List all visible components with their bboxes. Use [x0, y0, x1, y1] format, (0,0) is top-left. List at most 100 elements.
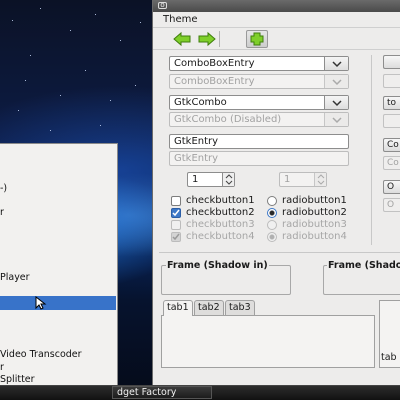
checkbutton3-label: checkbutton3 [186, 219, 255, 230]
back-button[interactable] [171, 30, 193, 48]
menu-item-label: -) [0, 183, 8, 194]
radiobutton1-label: radiobutton1 [282, 195, 347, 206]
gtkcombo-disabled: GtkCombo (Disabled) [169, 112, 349, 127]
toolbar-separator [219, 31, 220, 47]
star [18, 110, 19, 111]
checkbutton2-label: checkbutton2 [186, 207, 255, 218]
tab-3[interactable]: tab3 [225, 300, 255, 315]
spinbutton-arrows[interactable] [222, 173, 234, 186]
gtkcombo-text: GtkCombo [174, 97, 227, 108]
gtkentry-field[interactable]: GtkEntry [169, 134, 349, 149]
right-button[interactable]: to [383, 96, 400, 110]
checkbox-disabled-checked [171, 232, 181, 242]
menu-item[interactable]: Video Transcoder [0, 348, 116, 362]
star [140, 22, 141, 23]
notebook-page [161, 315, 375, 368]
menu-item[interactable]: Player [0, 271, 116, 285]
comboboxentry-disabled-text: ComboBoxEntry [174, 76, 255, 87]
radiobutton2-label: radiobutton2 [282, 207, 347, 218]
gtkcombo[interactable]: GtkCombo [169, 95, 349, 110]
menu-item-label: Player [0, 272, 30, 283]
star [120, 40, 121, 41]
spin-arrows-icon [317, 174, 325, 185]
chevron-down-icon [332, 117, 342, 124]
notebook: tab1 tab2 tab3 [161, 300, 375, 368]
spinbutton-value: 1 [192, 174, 199, 185]
frame-shadow-in-label: Frame (Shadow in) [166, 260, 269, 271]
checkbox-checked[interactable] [171, 208, 181, 218]
spin-arrows-icon [225, 174, 233, 185]
spinbutton[interactable]: 1 [187, 172, 235, 187]
radio-unselected[interactable] [267, 196, 277, 206]
menubar: Theme [153, 12, 400, 28]
tab-2[interactable]: tab2 [194, 300, 224, 315]
checkbutton1-label: checkbutton1 [186, 195, 255, 206]
star [135, 85, 136, 86]
gtkentry-disabled-field: GtkEntry [169, 151, 349, 166]
gtkentry-text: GtkEntry [174, 136, 219, 147]
application-menu: -) r Player Video Transcoder r Splitter [0, 143, 118, 400]
tab-bottom[interactable]: tab [381, 352, 397, 363]
chevron-down-icon [332, 100, 342, 107]
star [100, 125, 101, 126]
checkbox-unchecked[interactable] [171, 196, 181, 206]
checkbox-disabled [171, 220, 181, 230]
gtkcombo-disabled-text: GtkCombo (Disabled) [174, 114, 282, 125]
gtkcombo-dropdown-button[interactable] [324, 96, 348, 109]
taskbar-window-button[interactable]: dget Factory [112, 386, 212, 399]
menu-item-label: r [0, 207, 4, 218]
menu-item-highlighted[interactable] [0, 296, 116, 310]
checkbutton4-label: checkbutton4 [186, 231, 255, 242]
star [60, 95, 61, 96]
comboboxentry-disabled-dropdown [324, 75, 348, 88]
radiobutton4-label: radiobutton4 [282, 231, 347, 242]
radio-selected[interactable] [267, 208, 277, 218]
comboboxentry-text: ComboBoxEntry [174, 58, 255, 69]
window-titlebar[interactable]: o [153, 0, 400, 12]
theme-preview-window: o Theme ComboBoxEntry ComboBoxEntry GtkC… [152, 0, 400, 385]
star [95, 14, 96, 15]
right-button[interactable] [383, 55, 400, 69]
column-separator [371, 55, 372, 245]
mouse-cursor-icon [35, 296, 47, 310]
right-button-disabled [383, 74, 400, 88]
chevron-down-icon [332, 79, 342, 86]
radio-disabled-selected [267, 232, 277, 242]
star [110, 100, 111, 101]
comboboxentry[interactable]: ComboBoxEntry [169, 56, 349, 71]
right-button-disabled: O [383, 198, 400, 212]
comboboxentry-dropdown-button[interactable] [324, 57, 348, 70]
star [50, 130, 51, 131]
menu-item-label: Splitter [0, 374, 35, 385]
gtkcombo-disabled-dropdown [324, 113, 348, 126]
plus-icon [250, 32, 264, 46]
forward-button[interactable] [196, 30, 218, 48]
frame-shadow-clipped-label: Frame (Shado [327, 260, 400, 271]
right-button-disabled: Co [383, 156, 400, 170]
menu-item[interactable]: -) [0, 182, 116, 196]
right-button[interactable]: Co [383, 138, 400, 152]
menu-theme[interactable]: Theme [163, 14, 198, 25]
spinbutton-disabled-value: 1 [284, 174, 291, 185]
star [30, 55, 31, 56]
spinbutton-disabled: 1 [279, 172, 327, 187]
window-menu-icon[interactable]: o [158, 2, 167, 9]
menu-item[interactable]: r [0, 206, 116, 220]
radiobutton3-label: radiobutton3 [282, 219, 347, 230]
menu-item-label: r [0, 362, 4, 373]
section-separator [159, 252, 400, 253]
star [70, 30, 71, 31]
add-button[interactable] [246, 30, 268, 48]
gtkentry-disabled-text: GtkEntry [174, 153, 219, 164]
checkmark-icon [172, 209, 180, 217]
star [12, 20, 13, 21]
star [40, 8, 41, 9]
radio-disabled [267, 220, 277, 230]
chevron-down-icon [332, 61, 342, 68]
right-button[interactable]: O [383, 180, 400, 194]
star [25, 80, 26, 81]
toolbar [153, 28, 400, 50]
arrow-right-icon [198, 31, 216, 47]
tab-1[interactable]: tab1 [163, 300, 193, 316]
arrow-left-icon [173, 31, 191, 47]
